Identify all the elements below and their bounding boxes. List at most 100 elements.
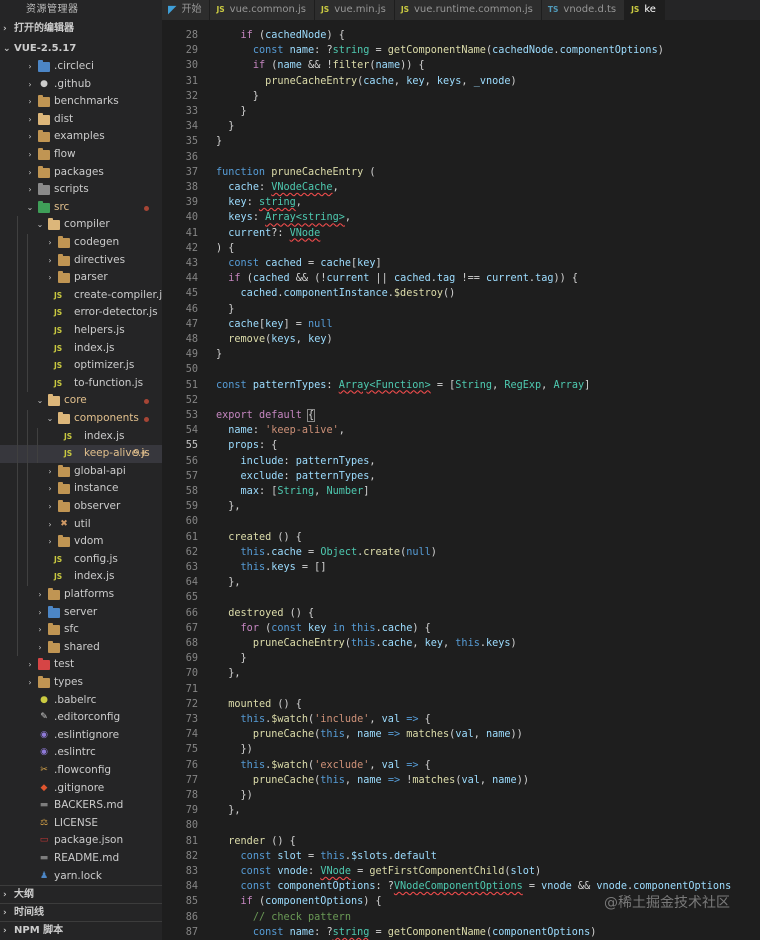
code-line[interactable]: if (componentOptions) { (216, 894, 382, 909)
tree-item[interactable]: › ● .github (0, 76, 162, 94)
tree-item[interactable]: ⌄ compiler (0, 216, 162, 234)
tree-item[interactable]: › dist (0, 111, 162, 129)
code-line[interactable]: created () { (216, 530, 302, 545)
code-line[interactable]: const vnode: VNode = getFirstComponentCh… (216, 864, 542, 879)
code-line[interactable]: const componentOptions: ?VNodeComponentO… (216, 879, 732, 894)
tree-item[interactable]: JS index.js (0, 568, 162, 586)
tree-item[interactable]: › benchmarks (0, 93, 162, 111)
code-line[interactable]: pruneCacheEntry(cache, key, keys, _vnode… (216, 74, 517, 89)
code-line[interactable]: this.$watch('include', val => { (216, 712, 431, 727)
tree-item[interactable]: › shared (0, 638, 162, 657)
tree-item[interactable]: › examples (0, 128, 162, 146)
tree-item[interactable]: › scripts (0, 181, 162, 199)
code-line[interactable]: } (216, 119, 234, 134)
code-line[interactable]: pruneCache(this, name => matches(val, na… (216, 727, 523, 742)
code-line[interactable]: cache[key] = null (216, 317, 332, 332)
code-line[interactable]: this.keys = [] (216, 560, 327, 575)
tree-item[interactable]: › sfc (0, 621, 162, 639)
tree-item[interactable]: › vdom (0, 533, 162, 551)
code-line[interactable]: const slot = this.$slots.default (216, 849, 437, 864)
tree-item[interactable]: JS index.js (0, 339, 162, 358)
code-line[interactable]: function pruneCacheEntry ( (216, 165, 376, 180)
code-line[interactable]: cache: VNodeCache, (216, 180, 338, 195)
editor-tab[interactable]: JS vue.common.js (210, 0, 315, 20)
code-line[interactable]: keys: Array<string>, (216, 210, 351, 225)
tree-item[interactable]: ● .babelrc (0, 692, 162, 710)
tree-item[interactable]: › .circleci (0, 58, 162, 76)
code-line[interactable]: this.cache = Object.create(null) (216, 545, 437, 560)
code-line[interactable]: if (name && !filter(name)) { (216, 58, 425, 73)
tree-item[interactable]: ⌄ components (0, 410, 162, 428)
tree-item[interactable]: JS index.js (0, 427, 162, 446)
code-line[interactable]: render () { (216, 834, 295, 849)
code-line[interactable]: const patternTypes: Array<Function> = [S… (216, 378, 590, 393)
editor-tab[interactable]: JS vue.runtime.common.js (394, 0, 542, 20)
tree-item[interactable]: ♟ yarn.lock (0, 868, 162, 886)
tree-item[interactable]: ⌄ src (0, 199, 162, 217)
tree-item[interactable]: ⌄ core (0, 392, 162, 410)
tree-item[interactable]: JS config.js (0, 550, 162, 569)
tree-item[interactable]: › global-api (0, 462, 162, 481)
tree-item[interactable]: › observer (0, 498, 162, 516)
code-line[interactable]: }, (216, 666, 240, 681)
tree-item[interactable]: › platforms (0, 586, 162, 604)
tree-item[interactable]: ✂ .flowconfig (0, 762, 162, 780)
code-line[interactable]: }, (216, 499, 240, 514)
tree-item[interactable]: ⚖ LICENSE (0, 815, 162, 833)
npm-scripts-section[interactable]: › NPM 脚本 (0, 921, 162, 939)
code-line[interactable]: }) (216, 788, 253, 803)
tree-item[interactable]: › flow (0, 146, 162, 164)
code-line[interactable]: name: 'keep-alive', (216, 423, 345, 438)
code-line[interactable]: }) (216, 742, 253, 757)
tree-item[interactable]: ▬ README.md (0, 850, 162, 868)
tree-item[interactable]: ✎ .editorconfig (0, 709, 162, 727)
code-line[interactable]: const name: ?string = getComponentName(c… (216, 925, 597, 940)
tree-item[interactable]: ◉ .eslintignore (0, 727, 162, 745)
code-line[interactable]: key: string, (216, 195, 302, 210)
code-line[interactable]: destroyed () { (216, 606, 314, 621)
tree-item[interactable]: › codegen (0, 234, 162, 252)
tree-item[interactable]: JS keep-alive.js 9+ (0, 445, 162, 463)
code-line[interactable]: remove(keys, key) (216, 332, 332, 347)
code-line[interactable]: const cached = cache[key] (216, 256, 381, 271)
code-line[interactable]: cached.componentInstance.$destroy() (216, 286, 456, 301)
tree-item[interactable]: JS helpers.js (0, 322, 162, 340)
code-line[interactable]: // check pattern (216, 910, 351, 925)
code-line[interactable]: exclude: patternTypes, (216, 469, 376, 484)
tree-item[interactable]: › types (0, 674, 162, 692)
code-line[interactable]: const name: ?string = getComponentName(c… (216, 43, 664, 58)
code-line[interactable]: ) { (216, 241, 234, 256)
editor-tab[interactable]: TS vnode.d.ts (541, 0, 626, 20)
code-line[interactable]: current?: VNode (216, 226, 320, 241)
code-line[interactable]: for (const key in this.cache) { (216, 621, 431, 636)
code-line[interactable]: }, (216, 575, 240, 590)
code-line[interactable]: } (216, 302, 234, 317)
tree-item[interactable]: JS error-detector.js (0, 304, 162, 322)
code-line[interactable]: } (216, 89, 259, 104)
open-editors-section[interactable]: › 打开的编辑器 (0, 20, 162, 38)
code-line[interactable]: if (cached && (!current || cached.tag !=… (216, 271, 578, 286)
outline-section[interactable]: › 大纲 (0, 885, 162, 903)
code-line[interactable]: } (216, 651, 247, 666)
tree-item[interactable]: › directives (0, 251, 162, 270)
tree-item[interactable]: JS create-compiler.js (0, 286, 162, 305)
code-line[interactable]: if (cachedNode) { (216, 28, 345, 43)
code-line[interactable]: include: patternTypes, (216, 454, 376, 469)
editor-tab[interactable]: ◤ 开始 (162, 0, 211, 20)
code-line[interactable]: props: { (216, 438, 277, 453)
tree-item[interactable]: › ✖ util (0, 515, 162, 534)
code-line[interactable]: } (216, 104, 247, 119)
code-line[interactable]: this.$watch('exclude', val => { (216, 758, 431, 773)
code-line[interactable]: max: [String, Number] (216, 484, 370, 499)
code-line[interactable]: } (216, 347, 222, 362)
tree-item[interactable]: › parser (0, 269, 162, 287)
project-section[interactable]: ⌄ VUE-2.5.17 (0, 40, 162, 58)
editor-tab[interactable]: JS ke (625, 0, 665, 20)
code-editor[interactable]: @稀土掘金技术社区 28 if (cachedNode) {29 const n… (162, 20, 760, 940)
tree-item[interactable]: › server (0, 603, 162, 622)
tree-item[interactable]: JS to-function.js (0, 374, 162, 393)
code-line[interactable]: pruneCacheEntry(this.cache, key, this.ke… (216, 636, 517, 651)
code-line[interactable]: export default { (216, 408, 316, 423)
tree-item[interactable]: › test (0, 656, 162, 674)
tree-item[interactable]: ◆ .gitignore (0, 780, 162, 798)
